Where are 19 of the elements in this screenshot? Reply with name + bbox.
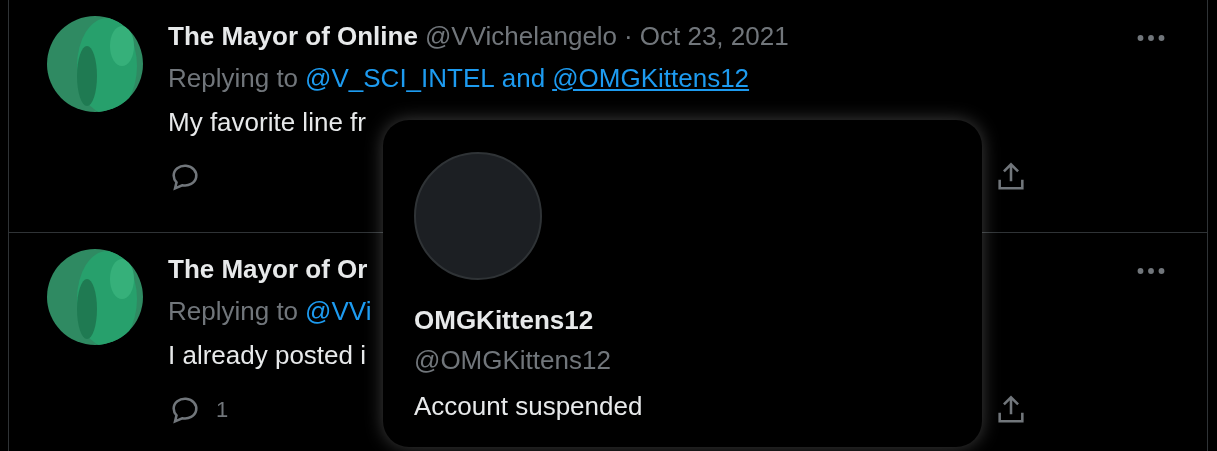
more-icon[interactable] xyxy=(1137,34,1165,42)
mention-link[interactable]: @OMGKittens12 xyxy=(552,56,750,100)
separator: · xyxy=(624,20,633,53)
replying-label: Replying to xyxy=(168,62,299,95)
tweet-text: My favorite line fr xyxy=(168,106,366,139)
author-name[interactable]: The Mayor of Online xyxy=(168,16,418,56)
profile-handle[interactable]: @OMGKittens12 xyxy=(414,338,951,382)
mention-link[interactable]: @V_SCI_INTEL xyxy=(305,56,495,100)
tweet-date[interactable]: Oct 23, 2021 xyxy=(639,16,789,56)
reply-count: 1 xyxy=(216,397,229,423)
profile-name[interactable]: OMGKittens12 xyxy=(414,302,951,338)
author-name[interactable]: The Mayor of Or xyxy=(168,249,368,289)
more-icon[interactable] xyxy=(1137,267,1165,275)
tweet-text: I already posted i xyxy=(168,339,366,372)
mention-link[interactable]: @VVi xyxy=(305,289,372,333)
mention-joiner: and xyxy=(501,62,546,95)
author-handle[interactable]: @VVichelangelo xyxy=(424,16,618,56)
account-status: Account suspended xyxy=(414,390,644,423)
replying-label: Replying to xyxy=(168,295,299,328)
